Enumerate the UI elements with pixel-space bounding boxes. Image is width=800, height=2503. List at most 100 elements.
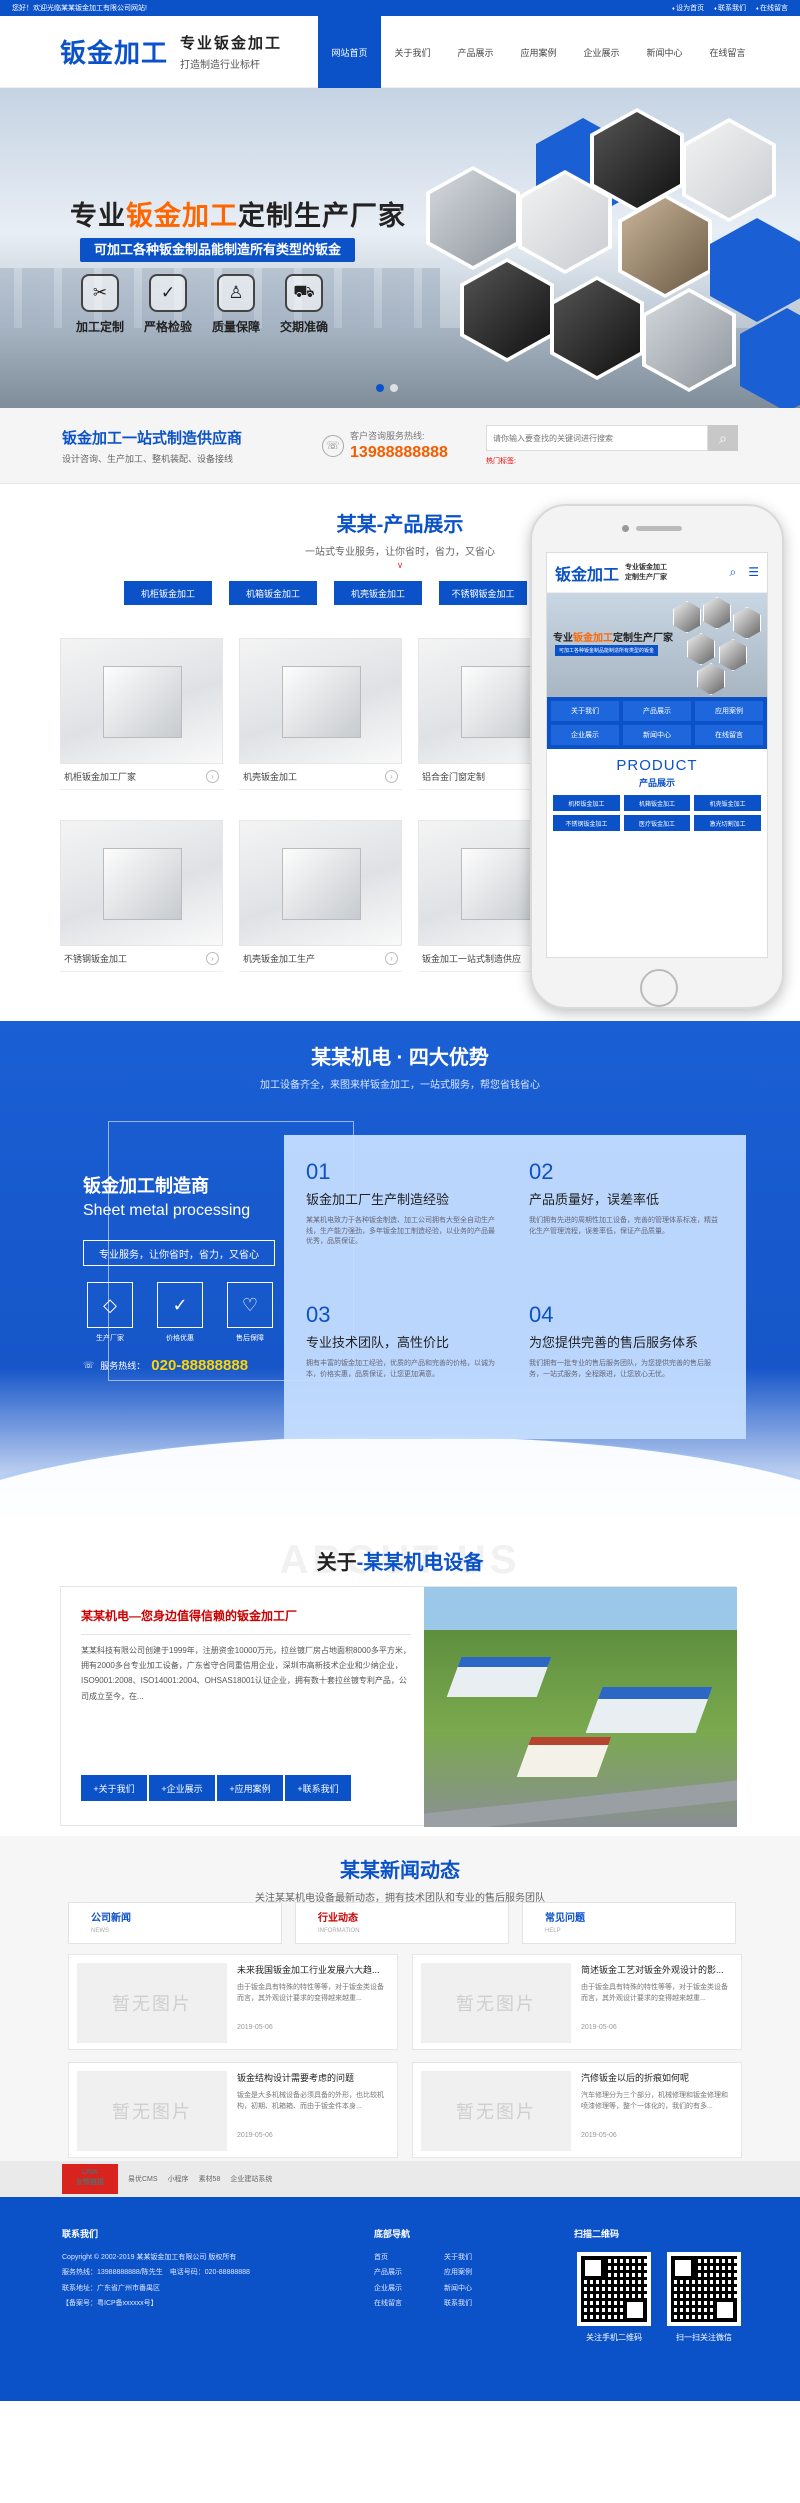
product-image[interactable] — [60, 820, 223, 946]
arrow-right-icon[interactable]: › — [385, 952, 398, 965]
top-link-contact[interactable]: 联系我们 — [714, 3, 746, 13]
footer-link[interactable]: 企业展示 — [374, 2281, 444, 2296]
mobile-nav-item[interactable]: 在线留言 — [695, 725, 763, 745]
nav-news[interactable]: 新闻中心 — [633, 16, 696, 88]
news-item[interactable]: 暂无图片 未来我国钣金加工行业发展六大趋... 由于钣金具有特殊的特性等等，对于钣… — [68, 1954, 398, 2050]
arrow-right-icon[interactable]: › — [385, 770, 398, 783]
tab-company-news[interactable]: 公司新闻 NEWS — [68, 1902, 282, 1944]
site-header: 钣金加工 专业钣金加工 打造制造行业标杆 网站首页 关于我们 产品展示 应用案例… — [0, 16, 800, 88]
news-item[interactable]: 暂无图片 汽修钣金以后的折痕如何呢 汽车修理分为三个部分，机械修理和钣金修理和喷漆… — [412, 2062, 742, 2158]
mobile-nav-item[interactable]: 新闻中心 — [623, 725, 691, 745]
nav-about[interactable]: 关于我们 — [381, 16, 444, 88]
news-item[interactable]: 暂无图片 钣金结构设计需要考虑的问题 钣金是大多机械设备必须具备的外形，也比较机构… — [68, 2062, 398, 2158]
news-item-title[interactable]: 未来我国钣金加工行业发展六大趋... — [237, 1963, 389, 1976]
product-card[interactable]: 机壳钣金加工生产 › — [239, 820, 402, 972]
friend-link[interactable]: 易优CMS — [128, 2174, 158, 2184]
product-card[interactable]: 机柜钣金加工厂家 › — [60, 638, 223, 790]
mobile-nav-item[interactable]: 应用案例 — [695, 701, 763, 721]
search-input[interactable] — [486, 425, 708, 451]
product-card[interactable]: 机壳钣金加工 › — [239, 638, 402, 790]
footer-link[interactable]: 首页 — [374, 2250, 444, 2265]
friend-link[interactable]: 素材58 — [199, 2174, 221, 2184]
news-item[interactable]: 暂无图片 简述钣金工艺对钣金外观设计的影... 由于钣金具有特殊的特性等等，对于钣… — [412, 1954, 742, 2050]
product-image[interactable] — [239, 638, 402, 764]
product-image[interactable] — [239, 820, 402, 946]
mobile-category[interactable]: 医疗钣金加工 — [623, 815, 691, 831]
carousel-dot[interactable] — [390, 384, 398, 392]
tab-faq[interactable]: 常见问题 HELP — [522, 1902, 736, 1944]
footer-link[interactable]: 新闻中心 — [444, 2281, 514, 2296]
advantage-icon-label: 售后保障 — [236, 1335, 264, 1342]
category-chassis[interactable]: 机箱钣金加工 — [229, 581, 317, 605]
cases-button[interactable]: +应用案例 — [217, 1775, 283, 1801]
diamond-icon: ◇ — [87, 1282, 133, 1328]
news-thumbnail[interactable]: 暂无图片 — [77, 2071, 227, 2151]
top-link-home[interactable]: 设为首页 — [672, 3, 704, 13]
friend-link[interactable]: 企业建站系统 — [230, 2174, 272, 2184]
category-stainless[interactable]: 不锈钢钣金加工 — [439, 581, 527, 605]
mobile-category[interactable]: 激光切割加工 — [694, 815, 761, 831]
tab-industry-news[interactable]: 行业动态 INFORMATION — [295, 1902, 509, 1944]
tab-label[interactable]: 常见问题 — [545, 1909, 713, 1924]
hex-image — [550, 276, 644, 380]
mobile-nav-item[interactable]: 关于我们 — [551, 701, 619, 721]
top-link-message[interactable]: 在线留言 — [756, 3, 788, 13]
hero-banner[interactable]: 专业钣金加工定制生产厂家 可加工各种钣金制品能制造所有类型的钣金 ✂ 加工定制 … — [0, 88, 800, 408]
hex-image — [733, 607, 761, 639]
product-name[interactable]: 不锈钢钣金加工 — [64, 952, 127, 965]
menu-icon[interactable]: ☰ — [748, 565, 759, 580]
product-name[interactable]: 机壳钣金加工 — [243, 770, 297, 783]
qr-code-icon — [577, 2252, 651, 2326]
product-name[interactable]: 机柜钣金加工厂家 — [64, 770, 136, 783]
nav-cases[interactable]: 应用案例 — [507, 16, 570, 88]
carousel-dot[interactable] — [376, 384, 384, 392]
mobile-nav-item[interactable]: 企业展示 — [551, 725, 619, 745]
footer-link[interactable]: 关于我们 — [444, 2250, 514, 2265]
footer-link[interactable]: 应用案例 — [444, 2265, 514, 2280]
mobile-category[interactable]: 不锈钢钣金加工 — [553, 815, 620, 831]
advantages-subtitle: 加工设备齐全，来图来样钣金加工，一站式服务，帮您省钱省心 — [260, 1080, 540, 1091]
product-name[interactable]: 铝合金门窗定制 — [422, 770, 485, 783]
news-thumbnail[interactable]: 暂无图片 — [77, 1963, 227, 2043]
footer-link[interactable]: 联系我们 — [444, 2296, 514, 2311]
company-showcase-button[interactable]: +企业展示 — [149, 1775, 215, 1801]
news-item-title[interactable]: 简述钣金工艺对钣金外观设计的影... — [581, 1963, 733, 1976]
logo[interactable]: 钣金加工 — [60, 33, 168, 70]
mobile-logo[interactable]: 钣金加工 — [555, 561, 619, 585]
banner-title-pre: 专业 — [70, 201, 126, 231]
nav-products[interactable]: 产品展示 — [444, 16, 507, 88]
nav-home[interactable]: 网站首页 — [318, 16, 381, 88]
mobile-category[interactable]: 机柜钣金加工 — [553, 795, 620, 811]
news-item-title[interactable]: 钣金结构设计需要考虑的问题 — [237, 2071, 389, 2084]
product-card[interactable]: 不锈钢钣金加工 › — [60, 820, 223, 972]
news-thumbnail[interactable]: 暂无图片 — [421, 2071, 571, 2151]
mobile-nav-item[interactable]: 产品展示 — [623, 701, 691, 721]
nav-message[interactable]: 在线留言 — [696, 16, 759, 88]
factory-building — [516, 1737, 612, 1777]
mobile-category[interactable]: 机箱钣金加工 — [623, 795, 691, 811]
product-name[interactable]: 机壳钣金加工生产 — [243, 952, 315, 965]
tab-label[interactable]: 公司新闻 — [91, 1909, 259, 1924]
mobile-products-heading: PRODUCT 产品展示 — [547, 757, 767, 789]
news-thumbnail[interactable]: 暂无图片 — [421, 1963, 571, 2043]
footer-link[interactable]: 产品展示 — [374, 2265, 444, 2280]
contact-button[interactable]: +联系我们 — [285, 1775, 351, 1801]
search-button[interactable]: ⌕ — [708, 425, 738, 451]
about-us-button[interactable]: +关于我们 — [81, 1775, 147, 1801]
nav-company[interactable]: 企业展示 — [570, 16, 633, 88]
footer-icp[interactable]: 【备案号：粤ICP备xxxxxx号】 — [62, 2296, 250, 2311]
footer-nav-title: 底部导航 — [374, 2229, 411, 2239]
category-enclosure[interactable]: 机壳钣金加工 — [334, 581, 422, 605]
search-icon[interactable]: ⌕ — [730, 565, 737, 580]
friend-link[interactable]: 小程序 — [168, 2174, 189, 2184]
arrow-right-icon[interactable]: › — [206, 770, 219, 783]
footer-link[interactable]: 在线留言 — [374, 2296, 444, 2311]
product-image[interactable] — [60, 638, 223, 764]
mobile-category[interactable]: 机壳钣金加工 — [694, 795, 761, 811]
news-item-title[interactable]: 汽修钣金以后的折痕如何呢 — [581, 2071, 733, 2084]
tab-label[interactable]: 行业动态 — [318, 1909, 486, 1924]
arrow-right-icon[interactable]: › — [206, 952, 219, 965]
category-cabinet[interactable]: 机柜钣金加工 — [124, 581, 212, 605]
logo-slogan: 打造制造行业标杆 — [180, 60, 261, 71]
product-name[interactable]: 钣金加工一站式制造供应 — [422, 952, 521, 965]
